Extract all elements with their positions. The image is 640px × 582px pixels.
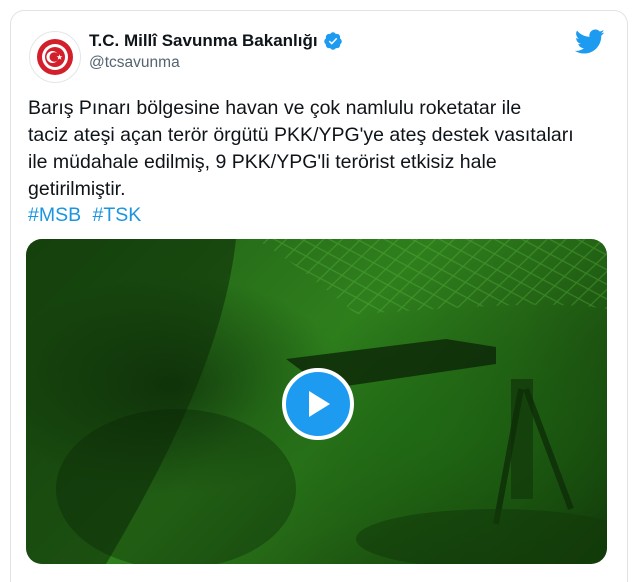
tweet-text-line: taciz ateşi açan terör örgütü PKK/YPG'ye…: [28, 124, 574, 146]
tweet-card[interactable]: T.C. Millî Savunma Bakanlığı @tcsavunma …: [10, 10, 628, 582]
tweet-text-line: ile müdahale edilmiş, 9 PKK/YPG'li terör…: [28, 151, 497, 173]
play-button[interactable]: [282, 368, 354, 440]
account-display-name[interactable]: T.C. Millî Savunma Bakanlığı: [89, 31, 318, 51]
account-avatar[interactable]: [29, 31, 81, 83]
verified-badge-icon: [323, 32, 342, 50]
tweet-text-line: getirilmiştir.: [28, 178, 126, 200]
account-handle[interactable]: @tcsavunma: [89, 54, 180, 72]
twitter-bird-icon[interactable]: [575, 29, 605, 55]
hashtag-list: #MSB #TSK: [28, 202, 147, 229]
video-player[interactable]: [26, 239, 607, 564]
tweet-text-line: Barış Pınarı bölgesine havan ve çok naml…: [28, 97, 522, 119]
hashtag-link-tsk[interactable]: #TSK: [93, 204, 142, 226]
account-name-row[interactable]: T.C. Millî Savunma Bakanlığı: [89, 31, 343, 51]
tweet-text: Barış Pınarı bölgesine havan ve çok naml…: [28, 95, 618, 203]
ministry-seal-icon: [37, 39, 73, 75]
play-icon: [309, 391, 330, 417]
hashtag-link-msb[interactable]: #MSB: [28, 204, 81, 226]
